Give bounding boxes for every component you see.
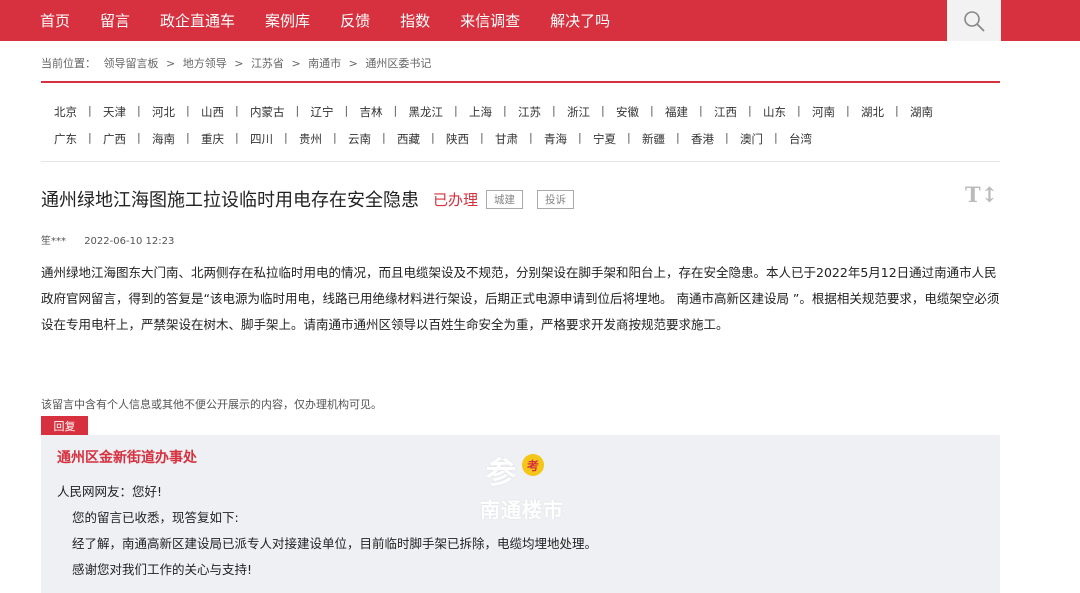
nav-menu: 首页 留言 政企直通车 案例库 反馈 指数 来信调查 解决了吗	[40, 0, 640, 41]
region-link[interactable]: 台湾	[774, 131, 825, 147]
breadcrumb-item[interactable]: 南通市	[308, 57, 341, 70]
nav-item-cases[interactable]: 案例库	[265, 10, 310, 31]
region-link[interactable]: 浙江	[552, 104, 603, 120]
region-link[interactable]: 陕西	[431, 131, 482, 147]
breadcrumb-separator: >	[166, 57, 176, 70]
breadcrumb-item[interactable]: 江苏省	[251, 57, 284, 70]
region-link[interactable]: 甘肃	[480, 131, 531, 147]
region-link[interactable]: 广东	[41, 131, 90, 147]
region-link[interactable]: 青海	[529, 131, 580, 147]
region-link[interactable]: 新疆	[627, 131, 678, 147]
nav-item-solved[interactable]: 解决了吗	[550, 10, 610, 31]
privacy-note: 该留言中含有个人信息或其他不便公开展示的内容，仅办理机构可见。	[41, 398, 382, 411]
region-row: 广东广西海南重庆四川贵州云南西藏陕西甘肃青海宁夏新疆香港澳门台湾	[41, 125, 1000, 152]
region-row: 北京天津河北山西内蒙古辽宁吉林黑龙江上海江苏浙江安徽福建江西山东河南湖北湖南	[41, 98, 1000, 125]
region-link[interactable]: 河北	[137, 104, 188, 120]
font-size-toggle-icon[interactable]: T↕	[965, 182, 998, 207]
nav-item-index[interactable]: 指数	[400, 10, 430, 31]
message-header: 通州绿地江海图施工拉设临时用电存在安全隐患 已办理 城建 投诉	[41, 186, 575, 212]
breadcrumb-item[interactable]: 通州区委书记	[365, 57, 431, 70]
region-link[interactable]: 辽宁	[296, 104, 347, 120]
region-link[interactable]: 河南	[797, 104, 848, 120]
region-link[interactable]: 四川	[235, 131, 286, 147]
region-link[interactable]: 宁夏	[578, 131, 629, 147]
reply-label: 回复	[41, 416, 88, 436]
region-link[interactable]: 重庆	[186, 131, 237, 147]
region-link[interactable]: 吉林	[345, 104, 396, 120]
top-nav-bar: 首页 留言 政企直通车 案例库 反馈 指数 来信调查 解决了吗	[0, 0, 1080, 41]
region-link[interactable]: 湖北	[846, 104, 897, 120]
region-link[interactable]: 澳门	[725, 131, 776, 147]
region-link[interactable]: 福建	[650, 104, 701, 120]
reply-line: 您的留言已收悉，现答复如下:	[72, 510, 239, 525]
search-button[interactable]	[947, 0, 1001, 41]
status-badge: 已办理	[433, 190, 479, 209]
search-icon	[964, 10, 985, 32]
region-link[interactable]: 江西	[699, 104, 750, 120]
region-link[interactable]: 香港	[676, 131, 727, 147]
type-tag[interactable]: 投诉	[537, 189, 575, 209]
region-link[interactable]: 江苏	[503, 104, 554, 120]
region-link[interactable]: 云南	[333, 131, 384, 147]
region-link[interactable]: 山西	[186, 104, 237, 120]
timestamp: 2022-06-10 12:23	[84, 236, 175, 247]
breadcrumb-separator: >	[234, 57, 244, 70]
reply-panel: 通州区金新街道办事处 人民网网友：您好! 您的留言已收悉，现答复如下: 经了解，…	[41, 435, 1000, 593]
region-link[interactable]: 海南	[137, 131, 188, 147]
breadcrumb: 当前位置： 领导留言板 > 地方领导 > 江苏省 > 南通市 > 通州区委书记	[41, 55, 435, 71]
region-link[interactable]: 山东	[748, 104, 799, 120]
nav-item-business[interactable]: 政企直通车	[160, 10, 235, 31]
reply-body: 人民网网友：您好! 您的留言已收悉，现答复如下: 经了解，南通高新区建设局已派专…	[57, 479, 597, 583]
message-meta: 笙*** 2022-06-10 12:23	[41, 232, 174, 247]
region-link[interactable]: 天津	[88, 104, 139, 120]
region-link[interactable]: 上海	[454, 104, 505, 120]
region-link[interactable]: 安徽	[601, 104, 652, 120]
breadcrumb-item[interactable]: 地方领导	[183, 57, 227, 70]
breadcrumb-item[interactable]: 领导留言板	[104, 57, 159, 70]
region-link[interactable]: 西藏	[382, 131, 433, 147]
divider	[41, 81, 1000, 83]
category-tag[interactable]: 城建	[486, 189, 524, 209]
reply-organization: 通州区金新街道办事处	[57, 450, 197, 466]
nav-item-message[interactable]: 留言	[100, 10, 130, 31]
region-link[interactable]: 北京	[41, 104, 90, 120]
reply-greeting: 人民网网友：您好!	[57, 484, 163, 499]
author: 笙***	[41, 236, 66, 247]
reply-line: 感谢您对我们工作的关心与支持!	[72, 562, 253, 577]
region-link[interactable]: 黑龙江	[394, 104, 457, 120]
region-link[interactable]: 贵州	[284, 131, 335, 147]
message-content: 通州绿地江海图东大门南、北两侧存在私拉临时用电的情况，而且电缆架设及不规范，分别…	[41, 265, 1000, 332]
nav-item-feedback[interactable]: 反馈	[340, 10, 370, 31]
reply-line: 经了解，南通高新区建设局已派专人对接建设单位，目前临时脚手架已拆除，电缆均埋地处…	[72, 536, 598, 551]
divider	[41, 161, 1000, 162]
breadcrumb-prefix: 当前位置：	[41, 57, 96, 70]
region-list: 北京天津河北山西内蒙古辽宁吉林黑龙江上海江苏浙江安徽福建江西山东河南湖北湖南 广…	[41, 98, 1000, 152]
region-link[interactable]: 广西	[88, 131, 139, 147]
nav-item-home[interactable]: 首页	[40, 10, 70, 31]
breadcrumb-separator: >	[291, 57, 301, 70]
breadcrumb-separator: >	[348, 57, 358, 70]
region-link[interactable]: 内蒙古	[235, 104, 298, 120]
region-link[interactable]: 湖南	[895, 104, 946, 120]
nav-item-survey[interactable]: 来信调查	[460, 10, 520, 31]
page-title: 通州绿地江海图施工拉设临时用电存在安全隐患	[41, 190, 419, 211]
